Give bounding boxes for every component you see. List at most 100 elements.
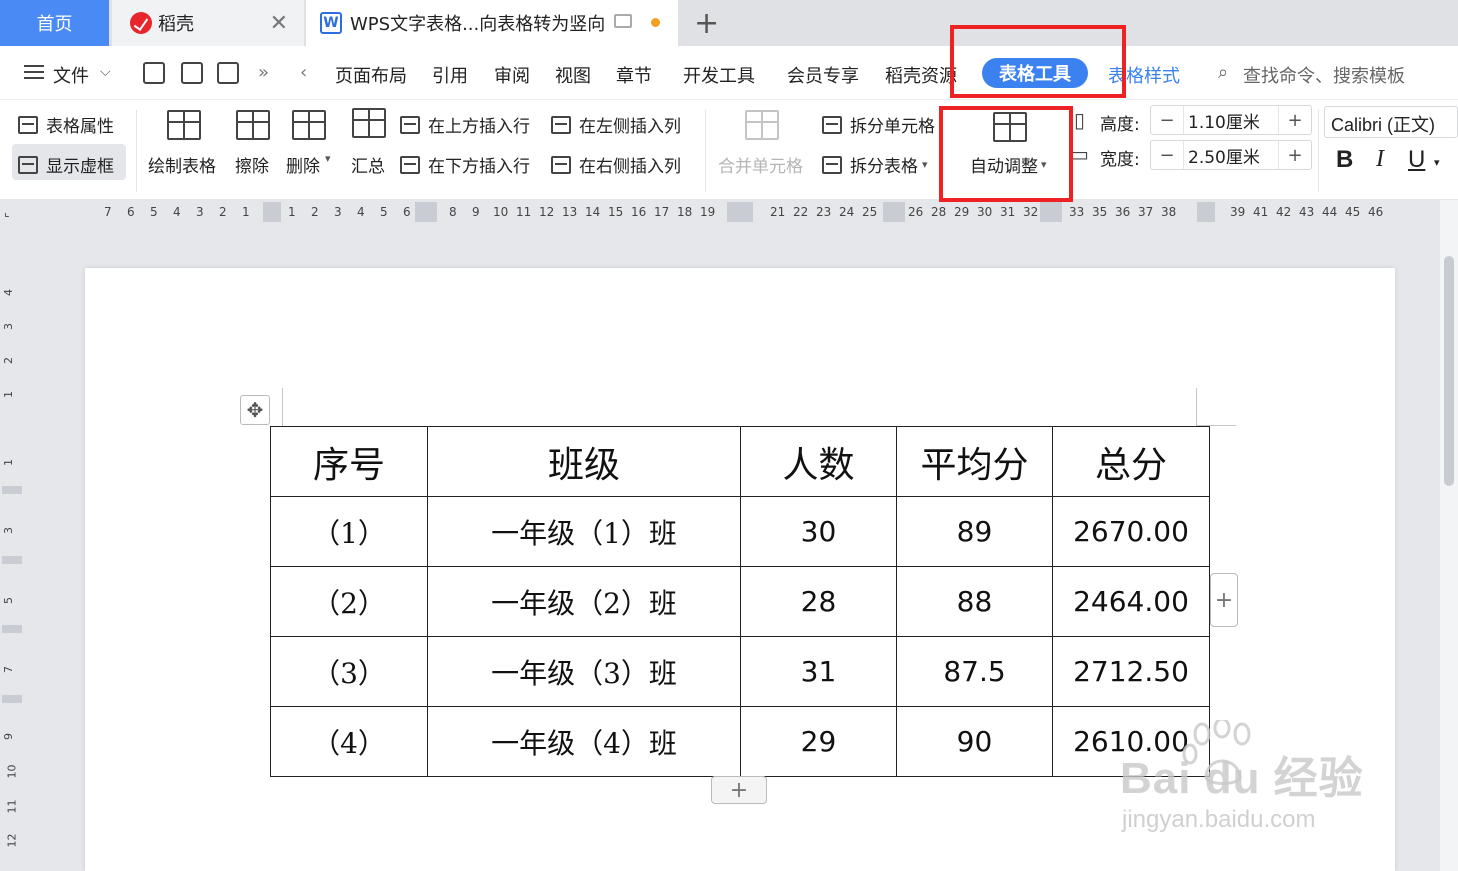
height-stepper[interactable]: − 1.10厘米 + (1150, 105, 1312, 135)
row-marker[interactable] (2, 695, 22, 703)
hamburger-menu-icon[interactable] (24, 65, 44, 79)
table-cell[interactable]: 一年级（2）班 (427, 566, 741, 637)
height-increase-button[interactable]: + (1279, 110, 1311, 131)
search-command[interactable]: 查找命令、搜索模板 (1243, 62, 1405, 88)
add-row-button[interactable]: + (711, 776, 767, 804)
menu-member[interactable]: 会员专享 (787, 62, 859, 88)
vertical-ruler[interactable]: 4 3 2 1 1 3 5 7 9 10 11 12 (0, 268, 24, 871)
menu-view[interactable]: 视图 (555, 62, 591, 88)
column-marker[interactable] (415, 202, 437, 222)
table-cell[interactable]: 30 (740, 496, 897, 567)
height-decrease-button[interactable]: − (1151, 110, 1183, 131)
new-tab-button[interactable]: + (694, 6, 719, 41)
header-cell-total[interactable]: 总分 (1052, 426, 1210, 497)
column-marker[interactable] (883, 202, 905, 222)
menu-review[interactable]: 审阅 (494, 62, 530, 88)
column-marker[interactable] (727, 202, 753, 222)
header-cell-average[interactable]: 平均分 (896, 426, 1053, 497)
insert-column-left-button[interactable]: 在左侧插入列 (551, 112, 681, 137)
table-cell[interactable]: 29 (740, 706, 897, 777)
insert-row-above-button[interactable]: 在上方插入行 (400, 112, 530, 137)
font-name-select[interactable]: Calibri (正文) (1324, 106, 1458, 138)
width-increase-button[interactable]: + (1279, 145, 1311, 166)
summary-icon[interactable] (352, 108, 386, 138)
column-marker[interactable] (263, 202, 281, 222)
data-table[interactable]: 序号 班级 人数 平均分 总分 （1） 一年级（1）班 30 89 2670.0… (270, 426, 1210, 777)
delete-table-icon[interactable] (292, 110, 326, 140)
horizontal-ruler[interactable]: ⌞ 7 6 5 4 3 2 1 1 2 3 4 5 6 8 9 10 11 12… (0, 200, 1458, 226)
table-cell[interactable]: 2670.00 (1052, 496, 1210, 567)
delete-dropdown-icon[interactable]: ▾ (325, 152, 331, 165)
italic-button[interactable]: I (1376, 146, 1384, 173)
width-stepper[interactable]: − 2.50厘米 + (1150, 140, 1312, 170)
insert-column-right-button[interactable]: 在右侧插入列 (551, 152, 681, 177)
menu-references[interactable]: 引用 (432, 62, 468, 88)
menu-file[interactable]: 文件 (53, 62, 89, 88)
row-marker[interactable] (2, 556, 22, 564)
table-cell[interactable]: 2712.50 (1052, 636, 1210, 707)
export-icon[interactable] (181, 62, 203, 84)
tab-home[interactable]: 首页 (0, 0, 109, 46)
table-cell[interactable]: （3） (270, 636, 428, 707)
add-column-button[interactable]: + (1210, 573, 1238, 627)
table-cell[interactable]: 一年级（3）班 (427, 636, 741, 707)
watermark-brand: Bai du 经验 (1120, 754, 1364, 803)
header-cell-index[interactable]: 序号 (270, 426, 428, 497)
menu-page-layout[interactable]: 页面布局 (335, 62, 407, 88)
width-input[interactable]: 2.50厘米 (1183, 141, 1279, 169)
vertical-scrollbar[interactable] (1440, 200, 1458, 871)
table-cell[interactable]: （2） (270, 566, 428, 637)
row-marker[interactable] (2, 486, 22, 494)
height-input[interactable]: 1.10厘米 (1183, 106, 1279, 134)
more-icon[interactable]: » (258, 62, 269, 83)
underline-button[interactable]: U (1408, 146, 1425, 174)
table-row: （2） 一年级（2）班 28 88 2464.00 (270, 566, 1210, 637)
column-marker[interactable] (1197, 202, 1215, 222)
scroll-left-icon[interactable]: ‹ (300, 62, 307, 83)
search-icon[interactable]: ⌕ (1218, 62, 1228, 83)
insert-row-above-icon (400, 115, 420, 134)
width-decrease-button[interactable]: − (1151, 145, 1183, 166)
table-cell[interactable]: 一年级（1）班 (427, 496, 741, 567)
bold-button[interactable]: B (1336, 146, 1353, 174)
summary-button[interactable]: 汇总 (351, 152, 385, 177)
split-table-button[interactable]: 拆分表格 ▾ (822, 152, 928, 177)
eraser-icon[interactable] (236, 110, 270, 140)
save-icon[interactable] (143, 62, 165, 84)
table-cell[interactable]: 28 (740, 566, 897, 637)
header-cell-class[interactable]: 班级 (427, 426, 741, 497)
erase-button[interactable]: 擦除 (235, 152, 269, 177)
header-cell-count[interactable]: 人数 (740, 426, 897, 497)
merge-cells-button[interactable]: 合并单元格 (718, 152, 803, 177)
table-move-handle-icon[interactable]: ✥ (240, 395, 270, 425)
underline-dropdown-icon[interactable]: ▾ (1434, 156, 1440, 169)
table-cell[interactable]: （1） (270, 496, 428, 567)
draw-table-button[interactable]: 绘制表格 (148, 152, 216, 177)
draw-table-icon[interactable] (167, 110, 201, 140)
tab-daoke[interactable]: 稻壳 ✕ (112, 0, 304, 46)
table-cell[interactable]: 一年级（4）班 (427, 706, 741, 777)
table-cell[interactable]: 2464.00 (1052, 566, 1210, 637)
table-cell[interactable]: 31 (740, 636, 897, 707)
menu-chapter[interactable]: 章节 (616, 62, 652, 88)
print-icon[interactable] (217, 62, 239, 84)
ribbon-divider (1318, 110, 1319, 192)
table-properties-button[interactable]: 表格属性 (18, 112, 114, 137)
row-marker[interactable] (2, 625, 22, 633)
menu-daoke-resources[interactable]: 稻壳资源 (885, 62, 957, 88)
table-cell[interactable]: 87.5 (896, 636, 1053, 707)
chevron-down-icon[interactable]: ⌵ (100, 64, 111, 80)
menu-developer[interactable]: 开发工具 (683, 62, 755, 88)
monitor-icon[interactable] (614, 14, 632, 28)
table-cell[interactable]: （4） (270, 706, 428, 777)
table-cell[interactable]: 88 (896, 566, 1053, 637)
split-cells-button[interactable]: 拆分单元格 (822, 112, 935, 137)
show-gridlines-button[interactable]: 显示虚框 (18, 152, 114, 177)
close-icon[interactable]: ✕ (270, 11, 288, 36)
insert-row-below-button[interactable]: 在下方插入行 (400, 152, 530, 177)
delete-button[interactable]: 删除 (286, 152, 320, 177)
table-cell[interactable]: 89 (896, 496, 1053, 567)
scrollbar-thumb[interactable] (1444, 256, 1454, 486)
column-marker[interactable] (1040, 202, 1062, 222)
table-cell[interactable]: 90 (896, 706, 1053, 777)
